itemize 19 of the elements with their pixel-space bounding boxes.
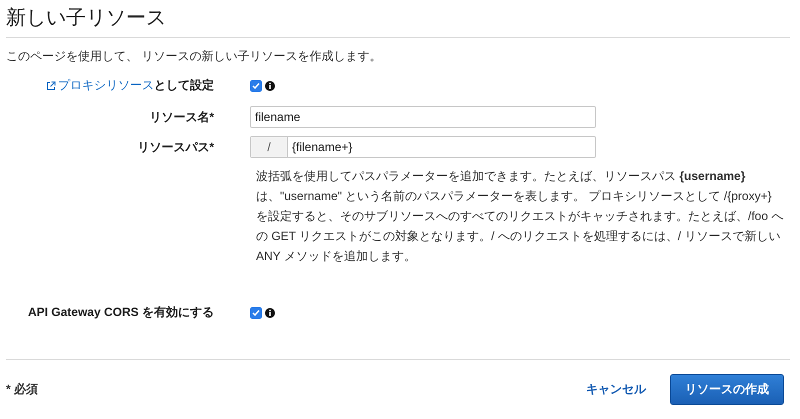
field-label: として設定 — [154, 77, 214, 94]
checkbox[interactable] — [250, 80, 262, 92]
page-title: 新しい子リソース — [6, 0, 790, 38]
text-field[interactable]: filename — [250, 106, 596, 128]
description: このページを使用して、 リソースの新しい子リソースを作成します。 — [6, 48, 382, 65]
field-label: リソースパス* — [137, 138, 214, 156]
info-icon[interactable] — [265, 80, 275, 90]
text-field[interactable]: / {filename+} — [250, 136, 596, 158]
help-text: 波括弧を使用してパスパラメーターを追加できます。たとえば、リソースパス {username} は、"username" という名前のパスパラメーターを表します。 プロキシリソースとして /{proxy+} を設定すると、そのサブリソースへのすべてのリクエストがキャッチされます。たとえば、/foo への GET リクエストがこの対象となります。/ へのリクエストを処理するには、/ リソースで新しい ANY メソッドを追加します。 — [256, 168, 784, 265]
cancel-button[interactable]: キャンセル — [580, 380, 652, 399]
proxy-resource-link[interactable]: プロキシリソース — [46, 77, 154, 94]
checkbox[interactable] — [250, 306, 262, 318]
info-icon[interactable] — [265, 308, 275, 318]
field-label: API Gateway CORS を有効にする — [28, 304, 214, 321]
create-resource-button[interactable]: リソースの作成 — [670, 374, 784, 405]
path-prefix: / — [251, 137, 288, 157]
required-note: * 必須 — [6, 381, 38, 398]
field-label: リソース名* — [149, 108, 214, 126]
external-link-icon — [46, 80, 56, 90]
